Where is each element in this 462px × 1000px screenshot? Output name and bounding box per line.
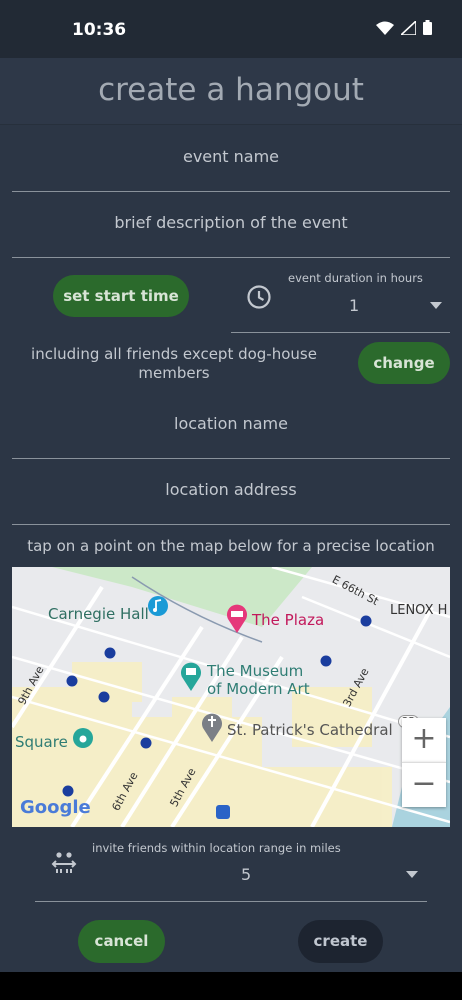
signal-icon: [401, 20, 416, 35]
system-nav-bar: [0, 972, 462, 1000]
set-start-time-button[interactable]: set start time: [53, 275, 189, 317]
event-name-placeholder: event name: [182, 147, 280, 166]
map-hint: tap on a point on the map below for a pr…: [27, 537, 435, 555]
map-label-square: Square: [15, 733, 68, 751]
duration-label: event duration in hours: [288, 271, 423, 285]
location-name-placeholder: location name: [174, 414, 288, 433]
friends-description: including all friends except dog-house m…: [31, 345, 317, 382]
duration-value: 1: [349, 296, 360, 315]
range-icon: [51, 852, 77, 873]
camera-pin-icon: [73, 728, 93, 748]
transit-icon: [320, 655, 332, 667]
location-name-input[interactable]: location name: [12, 392, 450, 459]
map-label-plaza: The Plaza: [252, 611, 325, 629]
status-bar: 10:36: [0, 0, 462, 58]
transit-icon: [216, 805, 230, 819]
google-logo: Google: [20, 797, 91, 818]
map-label-lenox: LENOX H: [390, 603, 448, 618]
map-label-stpat: St. Patrick's Cathedral: [227, 721, 393, 739]
location-address-placeholder: location address: [165, 480, 297, 499]
location-address-input[interactable]: location address: [12, 458, 450, 525]
wifi-icon: [376, 21, 394, 35]
cancel-button[interactable]: cancel: [78, 920, 165, 963]
dropdown-caret-icon: [406, 871, 418, 878]
zoom-out-button[interactable]: −: [402, 762, 446, 807]
description-input[interactable]: brief description of the event: [12, 191, 450, 258]
museum-pin-icon: [181, 662, 201, 691]
page-title: create a hangout: [98, 72, 364, 108]
status-icons: [376, 20, 432, 35]
battery-icon: [423, 20, 432, 35]
church-pin-icon: [202, 713, 222, 742]
transit-icon: [360, 615, 372, 627]
status-time: 10:36: [72, 20, 127, 40]
map-label-moma-2: of Modern Art: [207, 680, 310, 698]
create-button[interactable]: create: [298, 920, 383, 963]
transit-icon: [104, 647, 116, 659]
clock-icon: [247, 285, 271, 309]
app-header: create a hangout: [0, 58, 462, 125]
zoom-in-button[interactable]: +: [402, 718, 446, 762]
range-underline: [35, 901, 427, 902]
map-label-moma-1: The Museum: [207, 662, 304, 680]
description-placeholder: brief description of the event: [114, 213, 348, 232]
transit-icon: [140, 737, 152, 749]
duration-underline: [231, 332, 450, 333]
change-button[interactable]: change: [358, 342, 450, 384]
range-value: 5: [241, 865, 252, 884]
range-label: invite friends within location range in …: [92, 841, 341, 855]
music-icon: [148, 596, 168, 616]
transit-icon: [62, 785, 74, 797]
event-name-input[interactable]: event name: [12, 125, 450, 192]
location-map[interactable]: Carnegie Hall The Plaza E 66th St LENOX …: [12, 567, 450, 827]
hotel-pin-icon: [227, 604, 247, 633]
transit-icon: [66, 675, 78, 687]
map-label-carnegie: Carnegie Hall: [48, 605, 149, 623]
dropdown-caret-icon: [430, 302, 442, 309]
transit-icon: [98, 691, 110, 703]
